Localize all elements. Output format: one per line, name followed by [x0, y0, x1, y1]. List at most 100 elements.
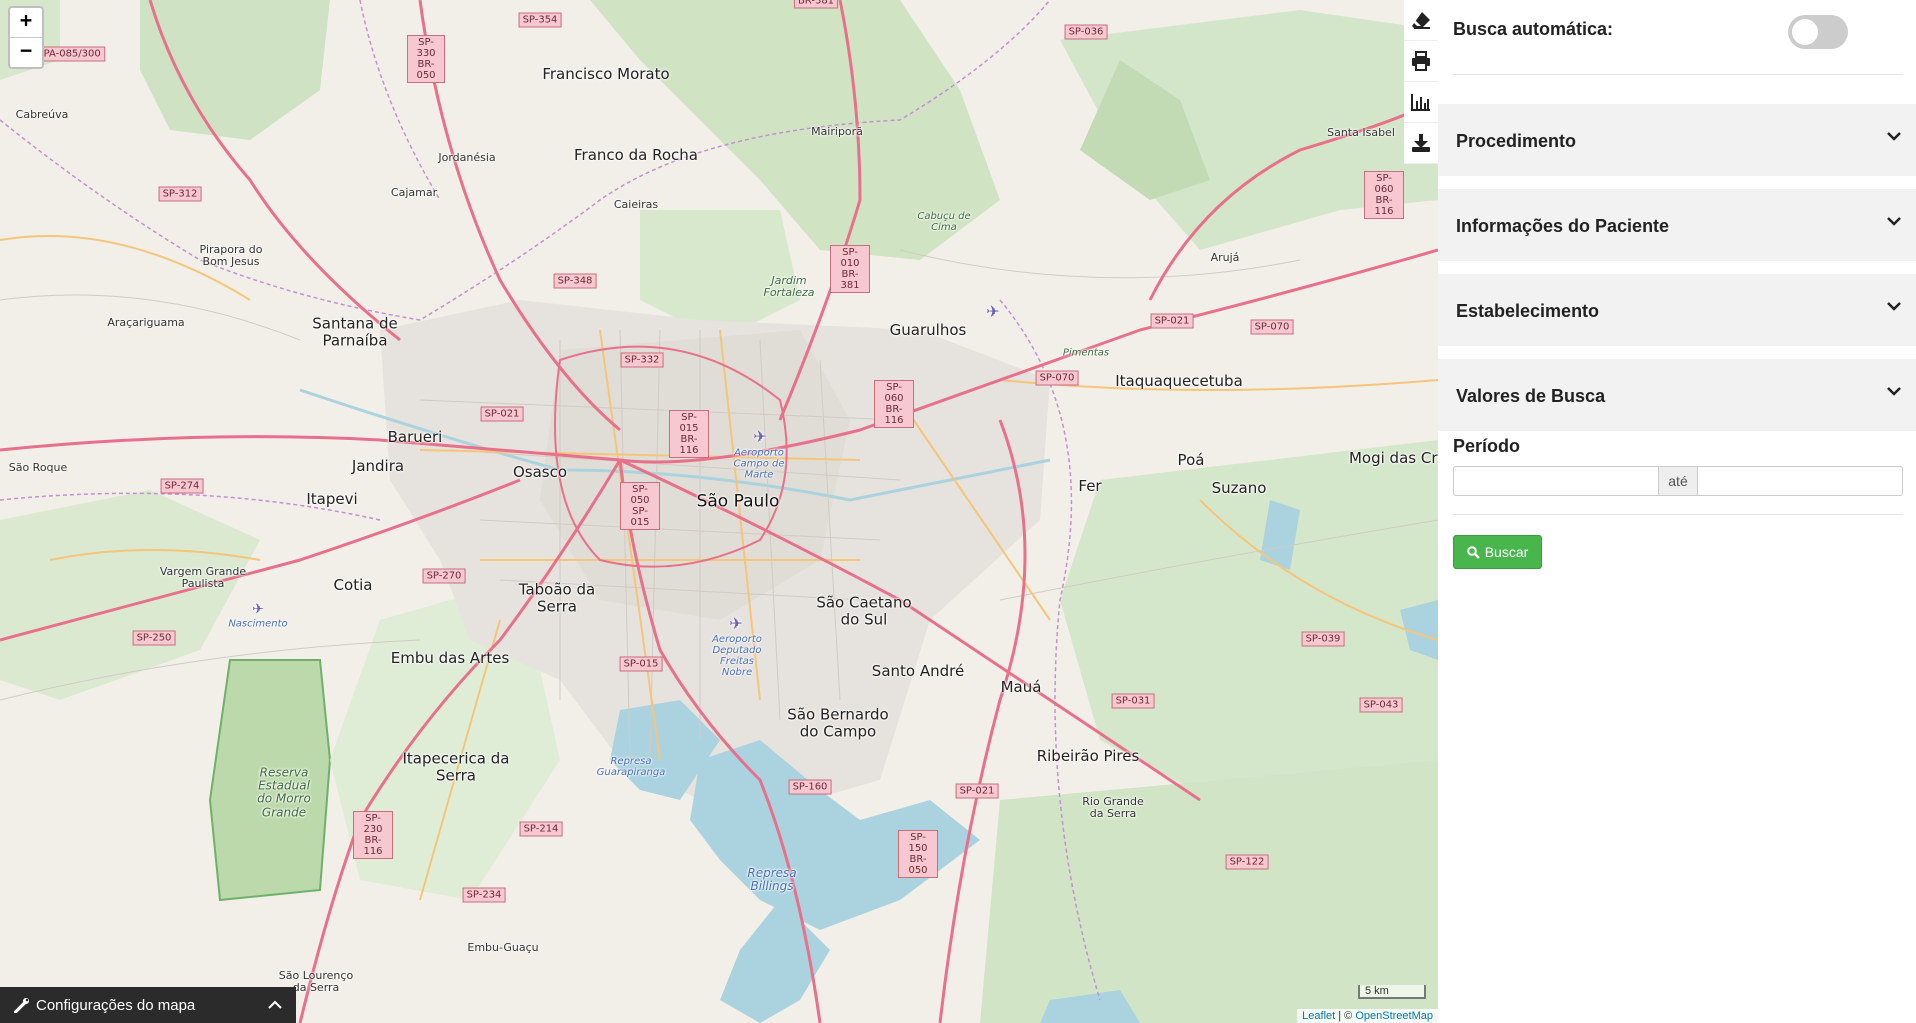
road-shield: SP-021	[1150, 313, 1194, 329]
section-estabelecimento[interactable]: Estabelecimento	[1438, 274, 1916, 346]
eraser-icon	[1412, 12, 1430, 29]
road-shield: SP-039	[1301, 631, 1345, 647]
road-shield: SP-015 BR-116	[669, 410, 709, 458]
road-shield: SP-214	[519, 821, 563, 837]
label-sao-roque: São Roque	[8, 460, 68, 474]
label-pirapora: Pirapora do Bom Jesus	[199, 242, 263, 268]
road-shield: SP-060 BR-116	[874, 380, 914, 428]
section-procedimento[interactable]: Procedimento	[1438, 104, 1916, 176]
label-francisco: Francisco Morato	[542, 64, 670, 83]
road-shield: SP-122	[1225, 854, 1269, 870]
label-aeroporto-congonhas: Aeroporto Deputado Freitas Nobre	[712, 634, 762, 678]
label-santo-andre: Santo André	[871, 661, 965, 680]
road-shield: SP-150 BR-050	[898, 830, 938, 878]
airport-icon: ✈	[986, 302, 1000, 322]
date-to-input[interactable]	[1697, 466, 1903, 496]
label-itapecerica: Itapecerica da Serra	[402, 749, 510, 784]
label-pimentas: Pimentas	[1062, 347, 1110, 359]
label-vargem: Vargem Grande Paulista	[159, 564, 247, 590]
search-panel: Busca automática: Procedimento Informaçõ…	[1438, 0, 1916, 1023]
airport-icon: ✈	[729, 614, 743, 634]
label-barueri: Barueri	[387, 427, 443, 446]
label-sao-caetano: São Caetano do Sul	[816, 593, 912, 628]
label-caieiras: Caieiras	[613, 197, 659, 211]
section-informacoes-paciente[interactable]: Informações do Paciente	[1438, 189, 1916, 261]
label-aeroporto-marte: Aeroporto Campo de Marte	[733, 447, 785, 481]
label-aruja: Arujá	[1210, 250, 1240, 264]
label-guarulhos: Guarulhos	[889, 320, 967, 339]
buscar-button[interactable]: Buscar	[1453, 535, 1542, 569]
road-shield: SP-070	[1250, 319, 1294, 335]
zoom-in-button[interactable]: +	[10, 8, 42, 38]
label-santa-isabel: Santa Isabel	[1327, 125, 1395, 139]
road-shield: SP-021	[480, 406, 524, 422]
label-represa-guarapiranga: Represa Guarapiranga	[596, 756, 666, 778]
road-shield: SP-312	[158, 186, 202, 202]
road-shield: SP-036	[1064, 24, 1108, 40]
periodo-label: Período	[1453, 436, 1521, 456]
section-title: Valores de Busca	[1456, 386, 1606, 406]
label-maua: Mauá	[1000, 677, 1042, 696]
section-title: Procedimento	[1456, 131, 1577, 151]
osm-link[interactable]: OpenStreetMap	[1355, 1010, 1433, 1022]
road-shield: SP-274	[160, 478, 204, 494]
print-button[interactable]	[1404, 41, 1438, 82]
map-attribution: Leaflet | © OpenStreetMap	[1297, 1009, 1438, 1023]
label-jardim: Jardim Fortaleza	[763, 273, 815, 299]
road-shield: SP-354	[518, 12, 562, 28]
road-shield: SP-160	[788, 779, 832, 795]
road-shield: SP-234	[462, 887, 506, 903]
chart-icon	[1411, 94, 1430, 111]
auto-search-row: Busca automática:	[1453, 15, 1903, 59]
chart-button[interactable]	[1404, 82, 1438, 123]
label-embu-guacu: Embu-Guaçu	[467, 940, 539, 954]
map-area[interactable]: São Paulo Guarulhos Osasco Barueri Jandi…	[0, 0, 1438, 1023]
label-sao-paulo: São Paulo	[696, 491, 780, 512]
label-embu: Embu das Artes	[390, 648, 510, 667]
label-cabreuva: Cabreúva	[15, 107, 69, 121]
print-icon	[1412, 51, 1430, 71]
scale-bar: 5 km	[1358, 985, 1426, 999]
divider	[1453, 74, 1903, 75]
eraser-button[interactable]	[1404, 0, 1438, 41]
label-franco: Franco da Rocha	[574, 145, 698, 164]
road-shield: SP-031	[1111, 693, 1155, 709]
map-config-bar[interactable]: Configurações do mapa	[0, 987, 296, 1023]
label-jandira: Jandira	[351, 456, 405, 475]
periodo-range: até	[1453, 466, 1903, 496]
label-jordanesia: Jordanésia	[438, 150, 496, 164]
road-shield: SP-230 BR-116	[353, 811, 393, 859]
chevron-down-icon	[1887, 217, 1901, 226]
auto-search-toggle[interactable]	[1788, 15, 1848, 49]
road-shield: SP-015	[619, 656, 663, 672]
leaflet-link[interactable]: Leaflet	[1302, 1010, 1335, 1022]
label-represa-billings: Represa Billings	[747, 865, 797, 893]
road-shield: SP-070	[1035, 370, 1079, 386]
label-poa: Poá	[1177, 450, 1205, 469]
date-from-input[interactable]	[1453, 466, 1659, 496]
zoom-out-button[interactable]: −	[10, 38, 42, 67]
airport-icon: ✈	[252, 601, 264, 618]
label-fer: Fer	[1078, 476, 1102, 495]
label-mogi: Mogi das Cru	[1348, 448, 1438, 467]
label-suzano: Suzano	[1211, 478, 1267, 497]
section-title: Estabelecimento	[1456, 301, 1600, 321]
label-sao-bernardo: São Bernardo do Campo	[787, 705, 889, 740]
download-button[interactable]	[1404, 123, 1438, 164]
label-osasco: Osasco	[512, 462, 568, 481]
road-shield: SP-332	[620, 352, 664, 368]
search-icon	[1466, 545, 1480, 559]
road-shield: SP-021	[955, 783, 999, 799]
road-shield: SP-348	[553, 273, 597, 289]
chevron-up-icon	[268, 1000, 282, 1009]
section-valores-busca[interactable]: Valores de Busca	[1438, 359, 1916, 431]
buscar-label: Buscar	[1484, 544, 1529, 560]
map-config-label: Configurações do mapa	[36, 996, 196, 1014]
label-nascimento: Nascimento	[228, 618, 288, 630]
label-itapevi: Itapevi	[306, 489, 358, 508]
road-shield: SP-330 BR-050	[407, 35, 445, 83]
airport-icon: ✈	[753, 427, 767, 447]
label-mairipora: Mairiporã	[811, 124, 863, 138]
label-cabucu: Cabuçu de Cima	[917, 211, 971, 233]
chevron-down-icon	[1887, 132, 1901, 141]
